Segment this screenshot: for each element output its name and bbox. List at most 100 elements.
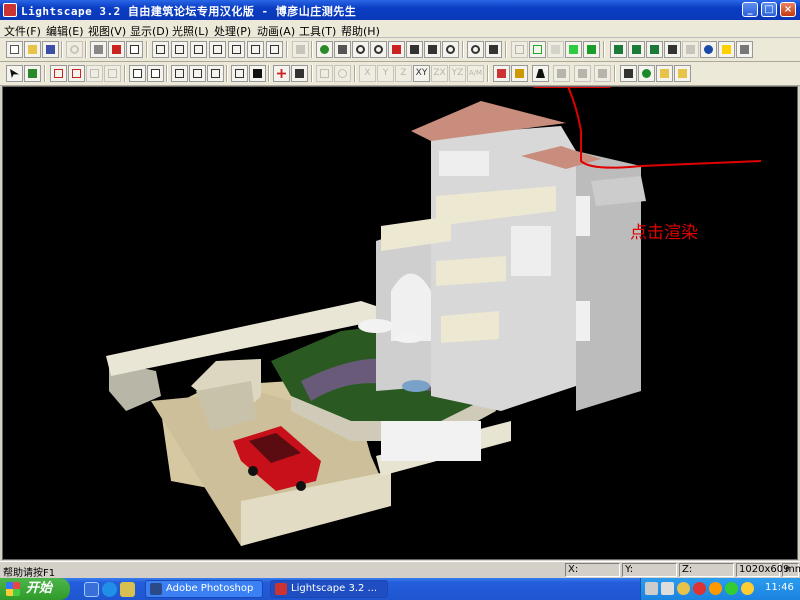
axis-am-button[interactable]: A/M	[467, 65, 484, 82]
tray-volume-icon[interactable]	[741, 582, 754, 595]
select-object-icon[interactable]	[68, 65, 85, 82]
render-walk-icon[interactable]	[553, 65, 570, 82]
menu-view[interactable]: 视图(V)	[88, 23, 126, 39]
view-left-icon[interactable]	[247, 41, 264, 58]
dolly-icon[interactable]	[334, 41, 351, 58]
axis-zx-button[interactable]: ZX	[431, 65, 448, 82]
axis-z-button[interactable]: Z	[395, 65, 412, 82]
view-top-icon[interactable]	[171, 41, 188, 58]
move-axis-icon[interactable]	[316, 65, 333, 82]
walk-icon[interactable]	[406, 41, 423, 58]
menu-edit[interactable]: 编辑(E)	[46, 23, 84, 39]
axis-xy-button[interactable]: XY	[413, 65, 430, 82]
view-front-icon[interactable]	[209, 41, 226, 58]
tray-help-icon[interactable]	[645, 582, 658, 595]
globe-icon[interactable]	[700, 41, 717, 58]
paste-icon[interactable]	[147, 65, 164, 82]
daylight-icon[interactable]	[674, 65, 691, 82]
select-window-icon[interactable]	[104, 65, 121, 82]
menu-animation[interactable]: 动画(A)	[257, 23, 295, 39]
desktop-icon[interactable]	[84, 582, 99, 597]
fit-view-icon[interactable]	[485, 41, 502, 58]
fly-icon[interactable]	[424, 41, 441, 58]
solid-icon[interactable]	[547, 41, 564, 58]
select-surface-icon[interactable]	[50, 65, 67, 82]
task-photoshop[interactable]: Adobe Photoshop	[145, 580, 263, 598]
pan-icon[interactable]	[388, 41, 405, 58]
edit-icon[interactable]	[231, 65, 248, 82]
snap-icon[interactable]	[291, 65, 308, 82]
open-folder-icon[interactable]	[24, 41, 41, 58]
zoom-extents-icon[interactable]	[467, 41, 484, 58]
rotate-icon[interactable]	[189, 65, 206, 82]
move-icon[interactable]	[171, 65, 188, 82]
menu-tools[interactable]: 工具(T)	[299, 23, 336, 39]
wireframe-icon[interactable]	[511, 41, 528, 58]
tray-network-icon[interactable]	[725, 582, 738, 595]
tube-icon[interactable]	[511, 65, 528, 82]
layers-stack-icon[interactable]	[620, 65, 637, 82]
view-bottom-icon[interactable]	[190, 41, 207, 58]
context-help-icon[interactable]	[126, 41, 143, 58]
scale-icon[interactable]	[207, 65, 224, 82]
menu-process[interactable]: 处理(P)	[214, 23, 251, 39]
save-icon[interactable]	[42, 41, 59, 58]
folder-icon[interactable]	[120, 582, 135, 597]
menu-light[interactable]: 光照(L)	[172, 23, 209, 39]
zoom-window-icon[interactable]	[352, 41, 369, 58]
minimize-button[interactable]: _	[742, 2, 758, 17]
properties-icon[interactable]	[718, 41, 735, 58]
pointer-icon[interactable]	[249, 65, 266, 82]
measure-icon[interactable]	[664, 41, 681, 58]
render-pause-icon[interactable]	[574, 65, 591, 82]
zoom-icon[interactable]	[370, 41, 387, 58]
layer-icon[interactable]	[610, 41, 627, 58]
tray-clipboard-icon[interactable]	[661, 582, 674, 595]
shaded-icon[interactable]	[565, 41, 582, 58]
title-bar[interactable]: Lightscape 3.2 自由建筑论坛专用汉化版 - 博彦山庄测先生 _ □…	[0, 0, 800, 20]
green-ball-icon[interactable]	[638, 65, 655, 82]
rotate-view-icon[interactable]	[442, 41, 459, 58]
tray-question-icon[interactable]	[677, 582, 690, 595]
menu-file[interactable]: 文件(F)	[4, 23, 41, 39]
camera-icon[interactable]	[292, 41, 309, 58]
list-icon[interactable]	[736, 41, 753, 58]
block-icon[interactable]	[646, 41, 663, 58]
select-arrow-icon[interactable]	[6, 65, 23, 82]
help-icon[interactable]	[108, 41, 125, 58]
internet-explorer-icon[interactable]	[102, 582, 117, 597]
select-person-icon[interactable]	[24, 65, 41, 82]
orbit-icon[interactable]	[316, 41, 333, 58]
select-light-icon[interactable]	[86, 65, 103, 82]
app-icon[interactable]	[3, 3, 17, 17]
light-source-icon[interactable]	[656, 65, 673, 82]
render-run-icon[interactable]	[532, 65, 549, 82]
print-icon[interactable]	[90, 41, 107, 58]
task-lightscape[interactable]: Lightscape 3.2 ...	[270, 580, 388, 598]
tray-qq-icon[interactable]	[709, 582, 722, 595]
menu-display[interactable]: 显示(D)	[130, 23, 169, 39]
add-icon[interactable]	[273, 65, 290, 82]
new-file-icon[interactable]	[6, 41, 23, 58]
grid-icon[interactable]	[682, 41, 699, 58]
axis-yz-button[interactable]: YZ	[449, 65, 466, 82]
view-back-icon[interactable]	[228, 41, 245, 58]
axis-x-button[interactable]: X	[359, 65, 376, 82]
close-button[interactable]: ×	[780, 2, 796, 17]
3d-viewport[interactable]: 点击渲染	[2, 64, 798, 560]
tray-antivirus-icon[interactable]	[693, 582, 706, 595]
axis-y-button[interactable]: Y	[377, 65, 394, 82]
start-button[interactable]: 开始	[0, 578, 70, 600]
view-perspective-icon[interactable]	[152, 41, 169, 58]
undo-icon[interactable]	[66, 41, 83, 58]
block-library-icon[interactable]	[493, 65, 510, 82]
material-icon[interactable]	[628, 41, 645, 58]
rotate-axis-icon[interactable]	[334, 65, 351, 82]
menu-help[interactable]: 帮助(H)	[341, 23, 380, 39]
render-stop-icon[interactable]	[594, 65, 611, 82]
maximize-button[interactable]: □	[761, 2, 777, 17]
view-right-icon[interactable]	[266, 41, 283, 58]
textured-icon[interactable]	[583, 41, 600, 58]
copy-icon[interactable]	[129, 65, 146, 82]
outline-icon[interactable]	[529, 41, 546, 58]
